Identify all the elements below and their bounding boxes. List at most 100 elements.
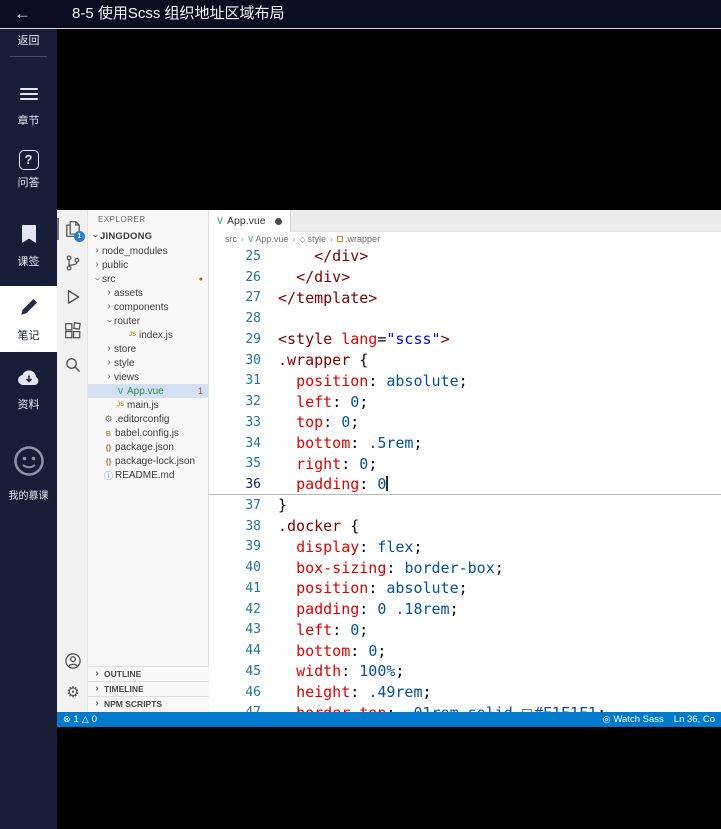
search-icon[interactable] <box>64 356 82 374</box>
code-text: </div> <box>314 247 369 266</box>
tree-item-store[interactable]: › store <box>88 342 209 356</box>
tree-item-node_modules[interactable]: › node_modules <box>88 244 209 258</box>
cursor-position-indicator[interactable]: Ln 36, Co <box>674 714 715 725</box>
sidebar-item-notes[interactable]: 笔记 <box>0 286 57 352</box>
tree-item-router[interactable]: › router <box>88 314 209 328</box>
tree-item-views[interactable]: › views <box>88 370 209 384</box>
code-line-43[interactable]: 43 left: 0; <box>209 620 721 641</box>
tree-item-package.json[interactable]: {} package.json <box>88 440 209 454</box>
line-number: 25 <box>245 248 261 264</box>
code-text: .docker { <box>278 517 360 536</box>
explorer-title: EXPLORER <box>98 215 146 224</box>
tree-item-style[interactable]: › style <box>88 356 209 370</box>
run-debug-icon[interactable] <box>64 288 82 306</box>
tree-item-index.js[interactable]: JS index.js <box>88 328 209 342</box>
file-name: index.js <box>139 329 173 341</box>
code-line-27[interactable]: 27 </template> <box>209 288 721 309</box>
code-text: bottom: 0; <box>296 641 387 660</box>
tree-item-README.md[interactable]: ⓘ README.md <box>88 468 209 482</box>
file-name: App.vue <box>127 385 164 397</box>
outline-panel[interactable]: › OUTLINE <box>88 666 209 681</box>
back-icon[interactable]: ← <box>14 0 31 28</box>
tree-item-main.js[interactable]: JS main.js <box>88 398 209 412</box>
account-icon[interactable] <box>64 652 82 670</box>
timeline-panel[interactable]: › TIMELINE <box>88 681 209 696</box>
npm-scripts-panel[interactable]: › NPM SCRIPTS <box>88 696 209 711</box>
line-number: 47 <box>209 705 261 712</box>
chevron-right-icon: › <box>107 357 111 368</box>
sidebar-item-back[interactable]: 返回 <box>0 32 57 48</box>
warning-icon: △ <box>81 714 89 724</box>
sidebar-item-materials[interactable]: 资料 <box>0 368 57 412</box>
tab-app-vue[interactable]: V App.vue <box>209 210 291 232</box>
code-text: height: .49rem; <box>296 683 432 702</box>
tree-item-.editorconfig[interactable]: ⚙ .editorconfig <box>88 412 209 426</box>
tab-bar: V App.vue <box>209 210 721 232</box>
tree-item-package-lock.json[interactable]: {} package-lock.json <box>88 454 209 468</box>
breadcrumb: src › V App.vue › ◇ style › .wrapper <box>209 232 721 246</box>
code-line-25[interactable]: 25 </div> <box>209 246 721 267</box>
source-control-icon[interactable] <box>64 254 82 272</box>
breadcrumb-item-appvue[interactable]: V App.vue <box>248 234 288 244</box>
code-line-44[interactable]: 44 bottom: 0; <box>209 640 721 661</box>
tree-item-App.vue[interactable]: V App.vue 1 <box>88 384 209 398</box>
breadcrumb-item-style[interactable]: ◇ style <box>299 234 326 244</box>
code-line-26[interactable]: 26 </div> <box>209 267 721 288</box>
line-number: 46 <box>245 684 261 700</box>
text-cursor <box>386 476 389 492</box>
file-name: package-lock.json <box>115 455 196 467</box>
code-line-28[interactable]: 28 <box>209 308 721 329</box>
breadcrumb-item-src[interactable]: src <box>225 234 237 244</box>
code-line-42[interactable]: 42 padding: 0 .18rem; <box>209 599 721 620</box>
code-line-36[interactable]: 36 padding: 0 <box>209 474 721 495</box>
code-line-47[interactable]: 47 border-top: .01rem solid #F1F1F1; <box>209 703 721 712</box>
code-line-30[interactable]: 30 .wrapper { <box>209 350 721 371</box>
code-line-39[interactable]: 39 display: flex; <box>209 537 721 558</box>
pencil-icon <box>20 298 37 315</box>
settings-gear-icon[interactable]: ⚙ <box>64 684 82 702</box>
watch-sass-indicator[interactable]: ◎ Watch Sass <box>603 714 664 725</box>
code-text: </template> <box>278 288 378 307</box>
tree-item-assets[interactable]: › assets <box>88 286 209 300</box>
breadcrumb-item-wrapper[interactable]: .wrapper <box>337 234 380 244</box>
change-count-badge: 1 <box>197 386 203 396</box>
problems-indicator[interactable]: ⊗ 1 △ 0 <box>63 714 97 725</box>
line-number: 42 <box>245 601 261 617</box>
sidebar-item-qa[interactable]: ? 问答 <box>0 150 57 190</box>
tree-root-jingdong[interactable]: › JINGDONG <box>88 229 209 243</box>
line-number: 31 <box>245 373 261 389</box>
chevron-right-icon: › <box>107 287 111 298</box>
code-line-45[interactable]: 45 width: 100%; <box>209 661 721 682</box>
explorer-icon[interactable]: 1 <box>57 218 85 242</box>
line-number: 45 <box>245 663 261 679</box>
modified-dot: ● <box>198 275 203 283</box>
editor: V App.vue src › V App.vue › ◇ style › .w… <box>209 210 721 712</box>
code-line-38[interactable]: 38 .docker { <box>209 516 721 537</box>
code-line-33[interactable]: 33 top: 0; <box>209 412 721 433</box>
sidebar-item-chapters[interactable]: 章节 <box>0 85 57 128</box>
code-line-40[interactable]: 40 box-sizing: border-box; <box>209 557 721 578</box>
code-text: right: 0; <box>296 454 378 473</box>
js-file-icon: JS <box>116 402 125 408</box>
code-line-34[interactable]: 34 bottom: .5rem; <box>209 433 721 454</box>
chevron-right-icon: › <box>95 683 99 694</box>
code-line-37[interactable]: 37} <box>209 495 721 516</box>
tree-item-babel.config.js[interactable]: Bbabel.config.js <box>88 426 209 440</box>
chevron-down-icon: › <box>90 234 101 238</box>
vue-file-icon: V <box>117 386 124 396</box>
sidebar-item-bookmark[interactable]: 课签 <box>0 224 57 269</box>
extensions-icon[interactable] <box>64 322 82 340</box>
code-line-32[interactable]: 32 left: 0; <box>209 391 721 412</box>
sidebar-item-my-imooc[interactable]: 我的慕课 <box>0 444 57 502</box>
code-line-31[interactable]: 31 position: absolute; <box>209 371 721 392</box>
code-text: </div> <box>296 268 351 287</box>
chapter-menu-icon <box>19 85 38 103</box>
code-line-29[interactable]: 29 <style lang="scss"> <box>209 329 721 350</box>
code-line-35[interactable]: 35 right: 0; <box>209 454 721 475</box>
tree-item-components[interactable]: › components <box>88 300 209 314</box>
code-line-41[interactable]: 41 position: absolute; <box>209 578 721 599</box>
code-line-46[interactable]: 46 height: .49rem; <box>209 682 721 703</box>
tree-item-public[interactable]: › public <box>88 258 209 272</box>
tree-item-src[interactable]: › src ● <box>88 272 209 286</box>
modified-dot-icon[interactable] <box>275 217 282 225</box>
